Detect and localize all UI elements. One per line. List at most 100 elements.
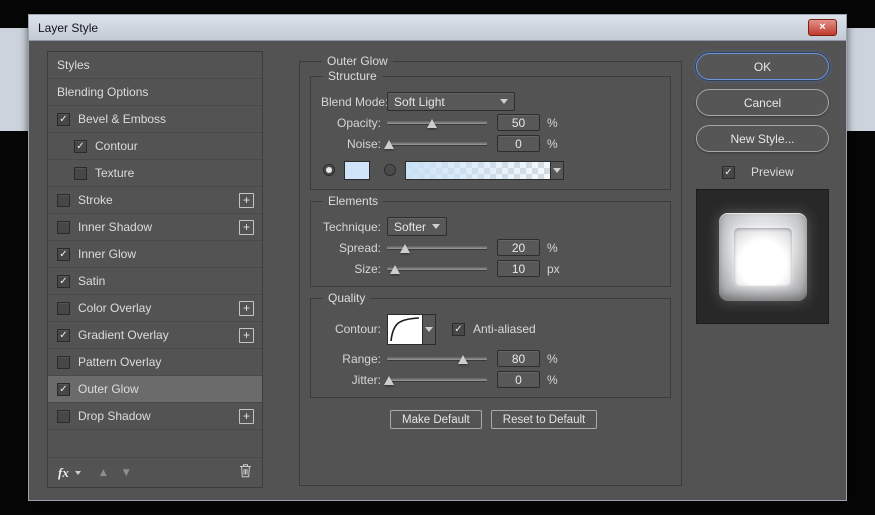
size-input[interactable]: 10: [497, 260, 540, 277]
sidebar-item-satin[interactable]: Satin: [48, 268, 262, 295]
sidebar-item-contour[interactable]: Contour: [48, 133, 262, 160]
range-slider[interactable]: [387, 351, 487, 367]
gradient-picker-button[interactable]: [551, 160, 564, 180]
solid-color-radio[interactable]: [323, 164, 335, 176]
sidebar-item-label: Pattern Overlay: [78, 355, 162, 369]
slider-thumb[interactable]: [384, 375, 394, 385]
effect-checkbox[interactable]: [57, 301, 70, 315]
ok-button[interactable]: OK: [696, 53, 829, 80]
sidebar-item-outer-glow[interactable]: Outer Glow: [48, 376, 262, 403]
effect-checkbox[interactable]: [74, 139, 87, 153]
contour-picker-button[interactable]: [423, 313, 436, 345]
effect-checkbox[interactable]: [57, 220, 70, 234]
sidebar-item-label: Color Overlay: [78, 301, 152, 315]
range-unit: %: [547, 351, 558, 366]
sidebar-item-texture[interactable]: Texture: [48, 160, 262, 187]
range-row: Range: 80 %: [321, 348, 660, 369]
preview-glossy-square: [718, 212, 807, 301]
effect-checkbox[interactable]: [57, 247, 70, 261]
slider-thumb[interactable]: [390, 264, 400, 274]
move-effect-down-icon[interactable]: ▼: [118, 468, 135, 478]
jitter-slider[interactable]: [384, 372, 487, 388]
add-effect-instance-button[interactable]: [239, 219, 254, 235]
range-input[interactable]: 80: [497, 350, 540, 367]
technique-row: Technique: Softer: [321, 216, 660, 237]
effect-checkbox[interactable]: [57, 328, 70, 342]
jitter-unit: %: [547, 372, 558, 387]
add-effect-instance-button[interactable]: [239, 408, 254, 424]
sidebar-item-gradient-overlay[interactable]: Gradient Overlay: [48, 322, 262, 349]
opacity-input[interactable]: 50: [497, 114, 540, 131]
spread-slider[interactable]: [387, 240, 487, 256]
move-effect-up-icon[interactable]: ▲: [95, 468, 112, 478]
noise-input[interactable]: 0: [497, 135, 540, 152]
spread-input[interactable]: 20: [497, 239, 540, 256]
blend-mode-select[interactable]: Soft Light: [387, 92, 515, 111]
contour-thumbnail[interactable]: [387, 313, 423, 345]
sidebar-item-drop-shadow[interactable]: Drop Shadow: [48, 403, 262, 430]
effect-checkbox[interactable]: [57, 409, 70, 423]
opacity-slider[interactable]: [387, 115, 487, 131]
add-effect-instance-button[interactable]: [239, 300, 254, 316]
slider-thumb[interactable]: [458, 354, 468, 364]
preview-checkbox[interactable]: [722, 165, 735, 179]
sidebar-item-color-overlay[interactable]: Color Overlay: [48, 295, 262, 322]
sidebar-item-bevel-emboss[interactable]: Bevel & Emboss: [48, 106, 262, 133]
noise-slider[interactable]: [384, 136, 487, 152]
fx-icon[interactable]: fx: [58, 465, 69, 481]
gradient-preview[interactable]: [405, 160, 551, 180]
sidebar-item-label: Stroke: [78, 193, 113, 207]
opacity-unit: %: [547, 115, 558, 130]
defaults-button-row: Make Default Reset to Default: [390, 410, 671, 429]
styles-list-panel: Styles Blending Options Bevel & Emboss Cont…: [47, 51, 263, 488]
sidebar-item-inner-shadow[interactable]: Inner Shadow: [48, 214, 262, 241]
styles-list-items: Styles Blending Options Bevel & Emboss Cont…: [48, 52, 262, 430]
fx-menu-caret-icon[interactable]: [74, 470, 81, 475]
slider-thumb[interactable]: [384, 139, 394, 149]
delete-effect-icon[interactable]: [239, 463, 252, 483]
technique-select[interactable]: Softer: [387, 217, 447, 236]
sidebar-item-label: Bevel & Emboss: [78, 112, 167, 126]
size-label: Size:: [354, 261, 381, 276]
jitter-input[interactable]: 0: [497, 371, 540, 388]
outer-glow-panel: Outer Glow Structure Blend Mode: Soft Li…: [299, 54, 682, 486]
reset-to-default-button[interactable]: Reset to Default: [490, 410, 598, 429]
slider-thumb[interactable]: [427, 118, 437, 128]
technique-value: Softer: [394, 219, 427, 234]
sidebar-item-stroke[interactable]: Stroke: [48, 187, 262, 214]
effect-checkbox[interactable]: [57, 193, 70, 207]
sidebar-item-pattern-overlay[interactable]: Pattern Overlay: [48, 349, 262, 376]
cancel-button[interactable]: Cancel: [696, 89, 829, 116]
sidebar-item-label: Drop Shadow: [78, 409, 151, 423]
make-default-button[interactable]: Make Default: [390, 410, 482, 429]
effect-checkbox[interactable]: [57, 355, 70, 369]
sidebar-item-label: Gradient Overlay: [78, 328, 169, 342]
chevron-down-icon: [432, 224, 440, 229]
close-button[interactable]: ×: [808, 19, 837, 36]
add-effect-instance-button[interactable]: [239, 192, 254, 208]
sidebar-item-styles[interactable]: Styles: [48, 52, 262, 79]
styles-list-footer: fx ▲ ▼: [48, 457, 262, 487]
jitter-row: Jitter: 0 %: [321, 369, 660, 390]
slider-track: [387, 120, 487, 124]
effect-checkbox[interactable]: [57, 274, 70, 288]
effect-checkbox[interactable]: [74, 166, 87, 180]
anti-aliased-checkbox[interactable]: [452, 322, 465, 336]
slider-thumb[interactable]: [400, 243, 410, 253]
effect-checkbox[interactable]: [57, 112, 70, 126]
preview-toggle-row: Preview: [722, 165, 829, 179]
blend-mode-value: Soft Light: [394, 94, 445, 109]
gradient-radio[interactable]: [384, 164, 396, 176]
new-style-button[interactable]: New Style...: [696, 125, 829, 152]
glow-color-swatch[interactable]: [344, 160, 370, 180]
preview-label: Preview: [751, 165, 794, 179]
size-unit: px: [547, 261, 560, 276]
size-slider[interactable]: [387, 261, 487, 277]
sidebar-item-inner-glow[interactable]: Inner Glow: [48, 241, 262, 268]
dialog-titlebar[interactable]: Layer Style ×: [29, 15, 846, 41]
sidebar-item-blending-options[interactable]: Blending Options: [48, 79, 262, 106]
effect-checkbox[interactable]: [57, 382, 70, 396]
glow-color-row: [321, 158, 660, 182]
add-effect-instance-button[interactable]: [239, 327, 254, 343]
structure-group: Structure Blend Mode: Soft Light Opacity…: [310, 69, 671, 190]
